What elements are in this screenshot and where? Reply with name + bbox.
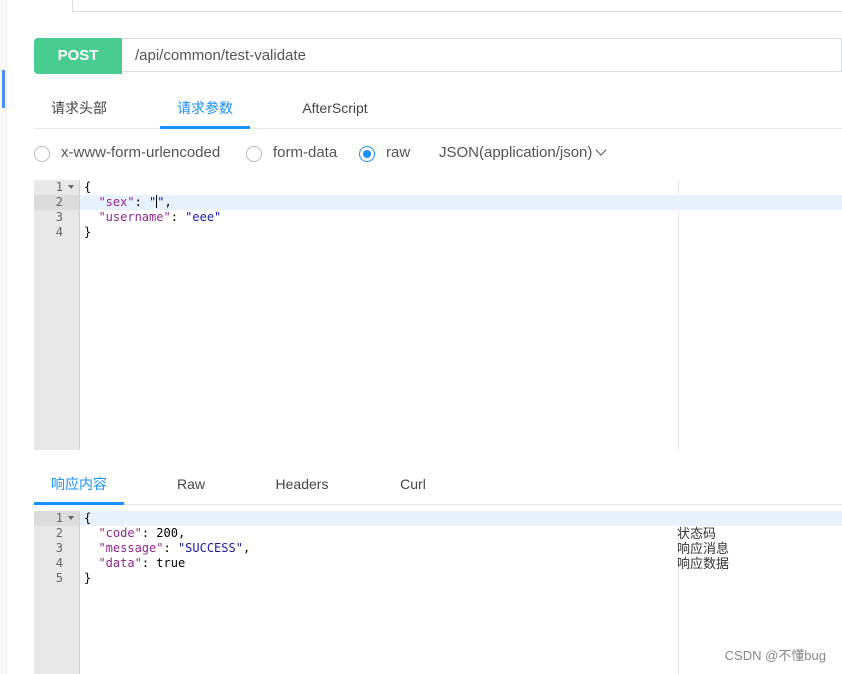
json-comma: ,: [242, 541, 251, 555]
response-tabs: 响应内容 Raw Headers Curl: [34, 466, 842, 505]
brace-open: {: [84, 511, 92, 525]
active-line-highlight: [80, 511, 842, 526]
json-string-open-quote: ": [149, 195, 157, 209]
tab-headers[interactable]: Headers: [257, 466, 347, 504]
annotation-response-data: 响应数据: [677, 556, 730, 571]
json-comma: ,: [177, 526, 186, 540]
radio-form-data-label[interactable]: form-data: [273, 144, 337, 161]
radio-raw[interactable]: [359, 146, 375, 162]
code-line: "username": "eee": [84, 210, 221, 225]
line-number: 5: [55, 571, 63, 585]
tab-request-headers[interactable]: 请求头部: [34, 90, 124, 128]
print-margin: [678, 180, 679, 450]
content-type-dropdown[interactable]: JSON(application/json): [439, 144, 608, 161]
code-line: }: [84, 571, 91, 586]
gutter-line: 2: [34, 526, 79, 541]
fold-arrow-icon[interactable]: [68, 185, 74, 189]
gutter-line: 2: [34, 195, 79, 210]
brace-close: }: [84, 571, 92, 585]
gutter-line: 5: [34, 571, 79, 586]
annotation-response-message: 响应消息: [677, 541, 730, 556]
active-line-highlight: [80, 195, 842, 210]
radio-raw-label[interactable]: raw: [386, 144, 410, 161]
code-line: "message": "SUCCESS",: [84, 541, 250, 556]
code-line: }: [84, 225, 91, 240]
tab-response-content[interactable]: 响应内容: [34, 466, 124, 505]
gutter-line: 1: [34, 511, 79, 526]
chevron-down-icon: [595, 144, 608, 156]
line-number: 3: [55, 210, 63, 224]
method-button[interactable]: POST: [34, 38, 122, 74]
json-string-close-quote: ": [157, 195, 165, 209]
json-key: "username": [98, 210, 171, 224]
json-colon: :: [141, 556, 157, 570]
response-body-viewer[interactable]: 1 2 3 4 5 { "code": 200, "message": "SUC…: [34, 511, 842, 674]
content-type-label: JSON(application/json): [439, 144, 593, 161]
radio-urlencoded[interactable]: [34, 146, 50, 162]
json-colon: :: [170, 210, 186, 224]
gutter-line: 4: [34, 225, 79, 240]
left-rail: [0, 0, 7, 674]
fold-arrow-icon[interactable]: [68, 516, 74, 520]
radio-urlencoded-label[interactable]: x-www-form-urlencoded: [61, 144, 220, 161]
gutter-line: 3: [34, 541, 79, 556]
gutter-line: 3: [34, 210, 79, 225]
brace-open: {: [84, 180, 92, 194]
line-number: 3: [55, 541, 63, 555]
watermark: CSDN @不懂bug: [724, 648, 826, 663]
json-key: "sex": [98, 195, 135, 209]
line-number: 1: [55, 511, 63, 525]
json-colon: :: [163, 541, 178, 555]
url-bar: POST /api/common/test-validate: [34, 38, 842, 74]
code-line: "sex": "",: [84, 195, 172, 210]
tab-raw[interactable]: Raw: [146, 466, 236, 504]
line-number: 4: [55, 556, 63, 570]
annotation-status-code: 状态码: [677, 526, 717, 541]
json-string: "eee": [185, 210, 222, 224]
top-strip: [72, 0, 842, 12]
gutter-line: 4: [34, 556, 79, 571]
json-number: 200: [156, 526, 178, 540]
request-body-editor[interactable]: 1 2 3 4 { "sex": "", "username": "eee" }: [34, 180, 842, 450]
url-input[interactable]: /api/common/test-validate: [122, 38, 842, 72]
request-tabs: 请求头部 请求参数 AfterScript: [34, 90, 842, 129]
json-comma: ,: [164, 195, 172, 209]
line-number: 4: [55, 225, 63, 239]
code-line: "code": 200,: [84, 526, 185, 541]
radio-form-data[interactable]: [246, 146, 262, 162]
json-key: "code": [98, 526, 142, 540]
tab-curl[interactable]: Curl: [368, 466, 458, 504]
brace-close: }: [84, 225, 92, 239]
code-line: "data": true: [84, 556, 185, 571]
code-line: {: [84, 511, 91, 526]
gutter-line: 1: [34, 180, 79, 195]
line-number: 1: [55, 180, 63, 194]
line-number: 2: [55, 526, 63, 540]
json-colon: :: [134, 195, 150, 209]
json-string: "SUCCESS": [177, 541, 243, 555]
left-rail-active-marker: [2, 70, 5, 108]
json-key: "data": [98, 556, 142, 570]
json-key: "message": [98, 541, 164, 555]
code-line: {: [84, 180, 91, 195]
line-number: 2: [55, 195, 63, 209]
tab-request-params[interactable]: 请求参数: [160, 90, 250, 129]
json-colon: :: [141, 526, 157, 540]
tab-afterscript[interactable]: AfterScript: [290, 90, 380, 128]
json-boolean: true: [156, 556, 186, 570]
